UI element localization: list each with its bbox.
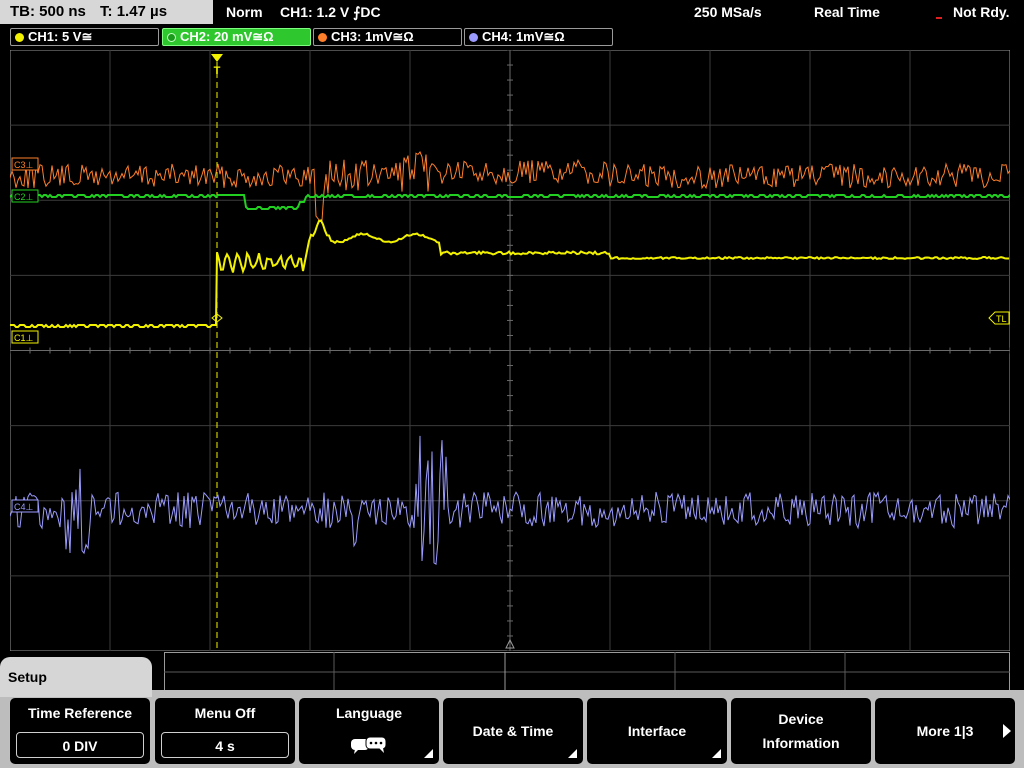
submenu-indicator-icon [568,749,577,758]
date-time-label: Date & Time [472,723,554,739]
device-information-line1: Device [778,711,824,727]
timebase-panel[interactable]: TB: 500 ns T: 1.47 µs [0,0,213,24]
interface-softkey[interactable]: Interface [586,697,728,765]
ch2-offset-marker[interactable]: C2⊥ [11,189,39,203]
timebase-label: TB: 500 ns [10,3,86,20]
device-information-label: Device Information [731,707,871,755]
trigger-time-label: T: 1.47 µs [100,3,168,20]
language-softkey[interactable]: Language [298,697,440,765]
channel-chip-ch3[interactable]: CH3: 1mV≅Ω [313,28,462,46]
ch4-dot-icon [469,33,478,42]
ch2-dot-icon [167,33,176,42]
time-reference-value[interactable]: 0 DIV [16,732,144,758]
trigger-setting[interactable]: CH1: 1.2 V ⨍DC [280,4,381,21]
channel-chip-ch1[interactable]: CH1: 5 V≅ [10,28,159,46]
ch3-label: CH3: 1mV≅Ω [331,29,414,44]
time-reference-label: Time Reference [27,705,132,721]
waveform-display[interactable]: T C3⊥ C2⊥ C1⊥ C4⊥ TL [10,50,1010,651]
trigger-mode[interactable]: Norm [226,4,263,20]
menu-off-label: Menu Off [194,705,256,721]
sample-rate: 250 MSa/s [694,4,762,20]
next-page-arrow-icon [1003,724,1011,738]
channel-chip-ch4[interactable]: CH4: 1mV≅Ω [464,28,613,46]
ch1-label: CH1: 5 V≅ [28,29,93,44]
more-softkey[interactable]: More 1|3 [874,697,1016,765]
device-information-softkey[interactable]: Device Information [730,697,872,765]
ch4-label: CH4: 1mV≅Ω [482,29,565,44]
date-time-softkey[interactable]: Date & Time [442,697,584,765]
overview-strip [164,652,1010,692]
submenu-indicator-icon [424,749,433,758]
ch3-offset-marker[interactable]: C3⊥ [11,157,39,171]
trigger-level-label: TL [996,314,1007,324]
language-label: Language [335,705,403,721]
status-indicator-mark [936,17,942,19]
menu-title-tab: Setup [0,657,152,697]
device-information-line2: Information [762,735,840,751]
ch3-marker-label: C3⊥ [14,160,34,170]
ch2-label: CH2: 20 mV≅Ω [180,29,274,44]
acquisition-mode[interactable]: Real Time [814,4,880,20]
menu-off-softkey[interactable]: Menu Off 4 s [154,697,296,765]
ch3-dot-icon [318,33,327,42]
channel-chip-ch2[interactable]: CH2: 20 mV≅Ω [162,28,311,46]
status-bar: Norm CH1: 1.2 V ⨍DC 250 MSa/s Real Time … [214,0,1024,24]
trigger-position-label: T [214,65,221,77]
time-reference-softkey[interactable]: Time Reference 0 DIV [9,697,151,765]
ch1-marker-label: C1⊥ [14,333,34,343]
readiness-status: Not Rdy. [953,4,1010,20]
ch4-marker-label: C4⊥ [14,502,34,512]
more-label: More 1|3 [916,723,974,739]
ch1-dot-icon [15,33,24,42]
ch2-marker-label: C2⊥ [14,192,34,202]
ch4-offset-marker[interactable]: C4⊥ [11,499,39,513]
submenu-indicator-icon [712,749,721,758]
speech-bubbles-icon [351,736,387,754]
menu-title: Setup [8,669,47,685]
menu-off-value[interactable]: 4 s [161,732,289,758]
ch1-offset-marker[interactable]: C1⊥ [11,330,39,344]
interface-label: Interface [627,723,687,739]
